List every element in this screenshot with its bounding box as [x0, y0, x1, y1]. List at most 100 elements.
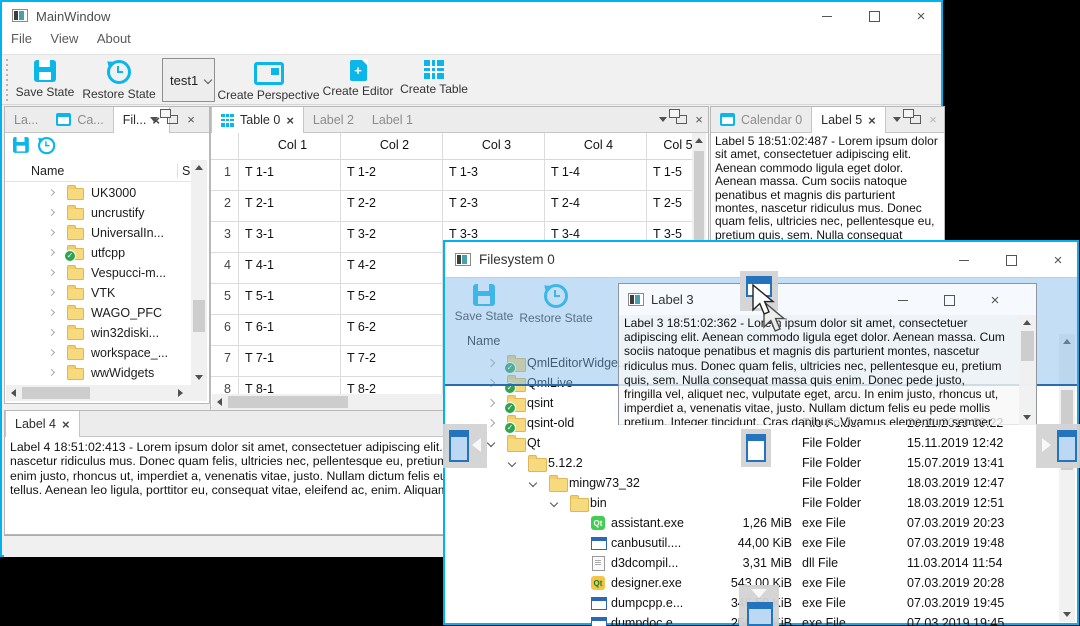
table-cell[interactable]: T 3-1 — [239, 222, 341, 252]
table-column-header[interactable]: Col 1 — [239, 133, 341, 159]
undock-icon[interactable] — [164, 107, 180, 132]
table-cell[interactable]: T 6-2 — [341, 315, 443, 345]
chevron-right-icon[interactable] — [486, 398, 496, 408]
chevron-right-icon[interactable] — [47, 268, 56, 277]
chevron-right-icon[interactable] — [47, 288, 56, 297]
create-table-button[interactable]: Create Table — [400, 60, 468, 96]
main-titlebar[interactable]: MainWindow × — [2, 2, 941, 30]
undock-icon[interactable] — [673, 107, 689, 132]
chevron-down-icon[interactable] — [549, 498, 559, 508]
table-cell[interactable]: T 6-1 — [239, 315, 341, 345]
perspective-combo[interactable]: test1 — [162, 58, 215, 102]
panel-close-icon[interactable]: × — [691, 107, 707, 132]
table-column-header[interactable]: Col 3 — [443, 133, 545, 159]
tree-item[interactable]: uncrustify — [5, 203, 189, 223]
label3-vscrollbar[interactable] — [1019, 315, 1036, 425]
table-cell[interactable]: T 4-1 — [239, 253, 341, 283]
table-cell[interactable]: T 5-2 — [341, 284, 443, 314]
tree-item[interactable]: win32diski... — [5, 323, 189, 343]
label3-window[interactable]: Label 3 × Label 3 18:51:02:362 - Lorem i… — [618, 283, 1037, 425]
tab-label4[interactable]: Label 4 × — [5, 411, 80, 437]
tab-calendar[interactable]: Ca... — [47, 107, 112, 132]
save-icon[interactable] — [13, 137, 29, 153]
undock-icon[interactable] — [907, 107, 923, 132]
tab-close-icon[interactable]: × — [62, 417, 70, 432]
restore-icon[interactable] — [38, 137, 56, 155]
chevron-right-icon[interactable] — [47, 208, 56, 217]
chevron-right-icon[interactable] — [47, 228, 56, 237]
menu-view[interactable]: View — [50, 31, 78, 46]
table-cell[interactable]: T 4-2 — [341, 253, 443, 283]
drop-indicator-bottom[interactable] — [739, 585, 779, 626]
chevron-right-icon[interactable] — [47, 308, 56, 317]
label3-titlebar[interactable]: Label 3 × — [619, 284, 1036, 315]
table-cell[interactable]: T 1-1 — [239, 160, 341, 190]
table-cell[interactable]: T 7-1 — [239, 346, 341, 376]
tree-item[interactable]: UK3000 — [5, 183, 189, 203]
chevron-right-icon[interactable] — [47, 188, 56, 197]
fs-minimize-button[interactable] — [949, 248, 979, 272]
table-column-header[interactable]: Col 2 — [341, 133, 443, 159]
panel-close-icon[interactable]: × — [183, 107, 199, 132]
menu-about[interactable]: About — [97, 31, 131, 46]
main-maximize-button[interactable] — [859, 4, 889, 28]
menu-file[interactable]: File — [11, 31, 32, 46]
tab-table0[interactable]: Table 0 × — [211, 107, 304, 133]
fs-tree-item[interactable]: mingw73_32 File Folder 18.03.2019 12:47 — [445, 473, 1061, 493]
tree-item[interactable]: wwWidgets — [5, 363, 189, 383]
tree-item[interactable]: utfcpp — [5, 243, 189, 263]
fs-maximize-button[interactable] — [996, 248, 1026, 272]
main-close-button[interactable]: × — [906, 4, 936, 28]
fs-tree-item[interactable]: Qt assistant.exe 1,26 MiB exe File 07.03.201… — [445, 513, 1061, 533]
label3-close-button[interactable]: × — [983, 288, 1007, 312]
tree-item[interactable]: WAGO_PFC — [5, 303, 189, 323]
tab-label0[interactable]: La... — [5, 107, 47, 132]
fs-tree-item[interactable]: canbusutil.... 44,00 KiB exe File 07.03.201… — [445, 533, 1061, 553]
name-column-header[interactable]: Name — [31, 164, 64, 178]
fs-tree-item[interactable]: bin File Folder 18.03.2019 12:51 — [445, 493, 1061, 513]
tree-item[interactable]: VTK — [5, 283, 189, 303]
drop-indicator-right[interactable] — [1036, 424, 1080, 468]
table-cell[interactable]: T 7-2 — [341, 346, 443, 376]
tab-close-icon[interactable]: × — [286, 113, 294, 128]
table-column-header[interactable]: Col 4 — [545, 133, 647, 159]
tab-label5[interactable]: Label 5 × — [811, 107, 886, 133]
table-cell[interactable]: T 2-3 — [443, 191, 545, 221]
chevron-right-icon[interactable] — [47, 248, 56, 257]
chevron-down-icon[interactable] — [507, 458, 517, 468]
table-cell[interactable]: T 1-4 — [545, 160, 647, 190]
table-cell[interactable]: T 2-1 — [239, 191, 341, 221]
chevron-down-icon[interactable] — [486, 438, 496, 448]
create-perspective-button[interactable]: Create Perspective — [217, 60, 320, 102]
toolbar-drag-handle[interactable] — [6, 59, 8, 101]
save-state-button[interactable]: Save State — [16, 60, 74, 99]
tab-label2[interactable]: Label 2 — [304, 107, 363, 132]
left-vscrollbar[interactable] — [191, 160, 207, 385]
table-cell[interactable]: T 2-2 — [341, 191, 443, 221]
create-editor-button[interactable]: + Create Editor — [323, 59, 393, 98]
tab-calendar0[interactable]: Calendar 0 — [711, 107, 811, 132]
chevron-right-icon[interactable] — [47, 368, 56, 377]
table-cell[interactable]: T 1-2 — [341, 160, 443, 190]
drop-indicator-left[interactable] — [443, 424, 487, 468]
table-cell[interactable]: T 1-3 — [443, 160, 545, 190]
tree-item[interactable]: Vespucci-m... — [5, 263, 189, 283]
table-cell[interactable]: T 2-4 — [545, 191, 647, 221]
chevron-right-icon[interactable] — [47, 328, 56, 337]
chevron-right-icon[interactable] — [47, 348, 56, 357]
tree-item[interactable]: UniversalIn... — [5, 223, 189, 243]
chevron-right-icon[interactable] — [486, 418, 496, 428]
fs-tree-item[interactable]: d3dcompil... 3,31 MiB dll File 11.03.2014 1… — [445, 553, 1061, 573]
restore-state-button[interactable]: Restore State — [82, 60, 156, 101]
label3-maximize-button[interactable] — [937, 288, 961, 312]
chevron-down-icon[interactable] — [528, 478, 538, 488]
tree-item[interactable]: workspace_... — [5, 343, 189, 363]
table-cell[interactable]: T 3-2 — [341, 222, 443, 252]
tab-close-icon[interactable]: × — [868, 113, 876, 128]
table-cell[interactable]: T 5-1 — [239, 284, 341, 314]
tab-label1[interactable]: Label 1 — [363, 107, 422, 132]
drop-indicator-center[interactable] — [741, 429, 771, 467]
main-minimize-button[interactable] — [812, 4, 842, 28]
left-hscrollbar[interactable] — [6, 385, 207, 401]
fs-close-button[interactable]: × — [1043, 248, 1073, 272]
